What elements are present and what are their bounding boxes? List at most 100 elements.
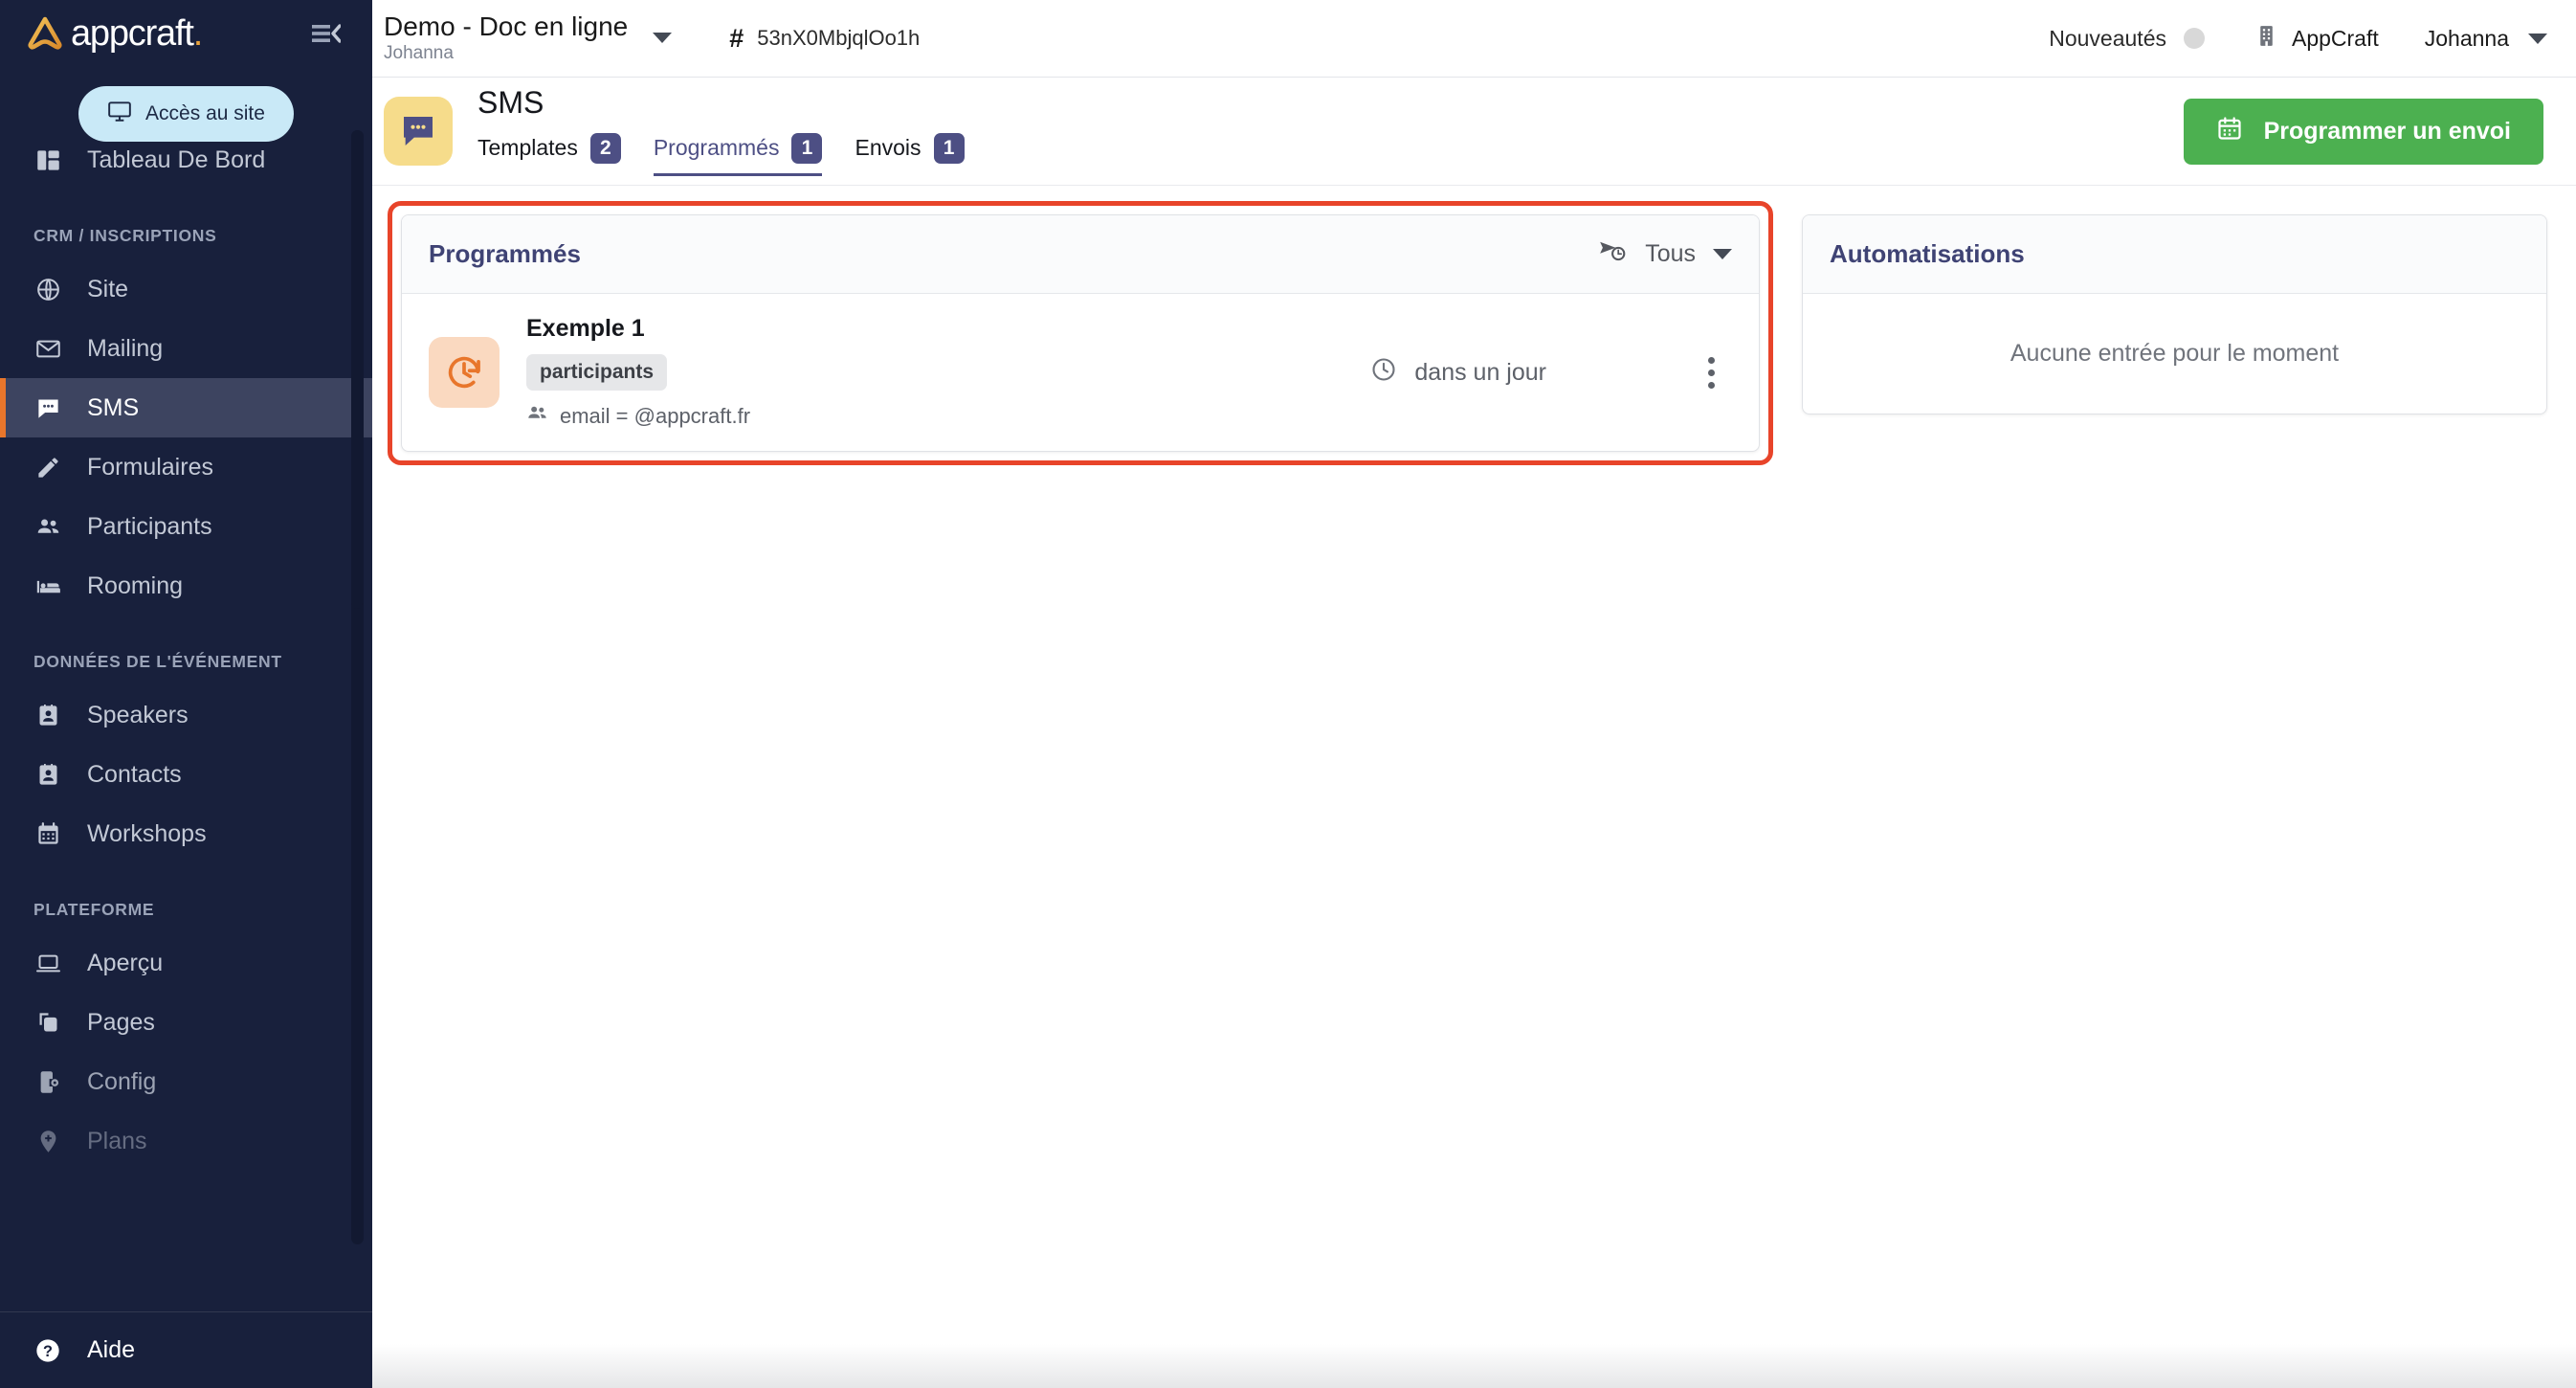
sidebar-item-contacts[interactable]: Contacts [0, 745, 372, 804]
scheduled-column: Programmés Tous [401, 214, 1760, 452]
calendar-icon [33, 819, 62, 848]
tab-count-badge: 1 [934, 133, 965, 164]
scheduled-row-filter: email = @appcraft.fr [526, 402, 1370, 430]
sidebar-item-site[interactable]: Site [0, 259, 372, 319]
news-button[interactable]: Nouveautés [2049, 26, 2205, 52]
chat-bubble-icon [33, 393, 62, 422]
automations-card-header: Automatisations [1803, 215, 2546, 294]
user-menu[interactable]: Johanna [2425, 26, 2547, 52]
copy-pages-icon [33, 1008, 62, 1037]
brand-name: appcraft. [71, 13, 202, 55]
page-content: Programmés Tous [372, 186, 2576, 452]
access-site-label: Accès au site [145, 102, 265, 125]
event-id[interactable]: # 53nX0MbjqlOo1h [729, 24, 920, 54]
organization-selector[interactable]: AppCraft [2254, 24, 2379, 54]
event-selector[interactable]: Demo - Doc en ligne Johanna [384, 12, 672, 64]
scheduled-row[interactable]: Exemple 1 participants [402, 294, 1759, 451]
event-name: Demo - Doc en ligne [384, 12, 628, 41]
sidebar-scrollbar[interactable] [351, 130, 364, 1244]
dashboard-icon [33, 146, 62, 174]
sidebar-section-crm: CRM / INSCRIPTIONS [0, 226, 372, 246]
svg-text:?: ? [43, 1342, 53, 1359]
sidebar-item-plans[interactable]: Plans [0, 1111, 372, 1171]
scheduled-card-header: Programmés Tous [402, 215, 1759, 294]
automations-empty-state: Aucune entrée pour le moment [1803, 294, 2546, 414]
sidebar-item-label: Speakers [87, 702, 189, 729]
calendar-icon [2216, 115, 2243, 148]
scheduled-row-body: Exemple 1 participants [526, 315, 1370, 430]
pencil-icon [33, 453, 62, 481]
people-icon [33, 512, 62, 541]
audience-chip: participants [526, 354, 667, 391]
page-header: SMS Templates 2 Programmés 1 Envois 1 [372, 78, 2576, 186]
event-owner: Johanna [384, 43, 628, 64]
sidebar-item-label: Aperçu [87, 950, 163, 977]
sidebar-item-tableau-de-bord[interactable]: Tableau De Bord [0, 130, 372, 190]
sidebar-item-mailing[interactable]: Mailing [0, 319, 372, 378]
news-label: Nouveautés [2049, 26, 2166, 52]
sidebar-item-participants[interactable]: Participants [0, 497, 372, 556]
badge-person-icon [33, 701, 62, 729]
event-id-value: 53nX0MbjqlOo1h [757, 26, 920, 51]
scheduled-filter-dropdown[interactable]: Tous [1599, 238, 1732, 270]
user-label: Johanna [2425, 26, 2509, 52]
page-title: SMS [477, 87, 997, 118]
tab-count-badge: 2 [590, 133, 621, 164]
sidebar-item-speakers[interactable]: Speakers [0, 685, 372, 745]
sidebar-item-rooming[interactable]: Rooming [0, 556, 372, 616]
scheduled-card-title: Programmés [429, 239, 581, 269]
sidebar-item-apercu[interactable]: Aperçu [0, 933, 372, 993]
tab-envois[interactable]: Envois 1 [855, 127, 964, 176]
sidebar-item-aide[interactable]: ? Aide [0, 1312, 135, 1388]
top-bar-right: Nouveautés AppCraft [2049, 24, 2547, 54]
chevron-down-icon [1713, 249, 1732, 259]
people-icon [526, 402, 548, 430]
scheduled-when-text: dans un jour [1414, 359, 1546, 387]
page-title-block: SMS Templates 2 Programmés 1 Envois 1 [477, 87, 997, 176]
app-root: appcraft. Accès au site [0, 0, 2576, 1388]
question-circle-icon: ? [33, 1336, 62, 1365]
scheduled-filter-label: Tous [1645, 240, 1696, 268]
appcraft-logo-icon [25, 14, 67, 53]
sidebar-item-formulaires[interactable]: Formulaires [0, 437, 372, 497]
scheduled-row-name: Exemple 1 [526, 315, 1370, 343]
sidebar-item-label: Aide [87, 1336, 135, 1364]
sidebar-scrollbar-thumb[interactable] [351, 130, 364, 609]
sidebar-footer: ? Aide [0, 1311, 372, 1388]
sidebar-item-label: Formulaires [87, 454, 213, 481]
tab-label: Envois [855, 135, 921, 161]
content-bottom-fade [372, 1344, 2576, 1388]
top-bar: Demo - Doc en ligne Johanna # 53nX0Mbjql… [372, 0, 2576, 78]
envelope-icon [33, 334, 62, 363]
building-icon [2254, 24, 2278, 54]
brand[interactable]: appcraft. [25, 13, 305, 55]
status-dot-icon [2184, 28, 2205, 49]
kebab-menu-icon[interactable] [1690, 351, 1732, 393]
main-area: Demo - Doc en ligne Johanna # 53nX0Mbjql… [372, 0, 2576, 1388]
mobile-gear-icon [33, 1067, 62, 1096]
sidebar-item-pages[interactable]: Pages [0, 993, 372, 1052]
sms-chat-icon [384, 97, 453, 166]
sidebar-item-label: Participants [87, 513, 212, 541]
bed-icon [33, 571, 62, 600]
sidebar-nav: Tableau De Bord CRM / INSCRIPTIONS Site [0, 130, 372, 1311]
chevron-down-icon [653, 33, 672, 43]
tab-count-badge: 1 [791, 133, 822, 164]
sidebar-item-label: Rooming [87, 572, 183, 600]
sidebar-section-plateforme: PLATEFORME [0, 900, 372, 920]
monitor-icon [107, 99, 132, 129]
schedule-send-label: Programmer un envoi [2264, 118, 2511, 146]
sidebar-item-sms[interactable]: SMS [0, 378, 372, 437]
sidebar: appcraft. Accès au site [0, 0, 372, 1388]
tab-programmes[interactable]: Programmés 1 [654, 127, 823, 176]
tab-templates[interactable]: Templates 2 [477, 127, 621, 176]
organization-label: AppCraft [2292, 26, 2379, 52]
send-clock-icon [1599, 238, 1628, 270]
sidebar-item-config[interactable]: Config [0, 1052, 372, 1111]
tab-label: Templates [477, 135, 578, 161]
hamburger-collapse-icon[interactable] [305, 16, 347, 51]
automations-card: Automatisations Aucune entrée pour le mo… [1802, 214, 2547, 414]
sidebar-section-donnees: DONNÉES DE L'ÉVÉNEMENT [0, 652, 372, 672]
sidebar-item-workshops[interactable]: Workshops [0, 804, 372, 863]
schedule-send-button[interactable]: Programmer un envoi [2184, 99, 2543, 165]
